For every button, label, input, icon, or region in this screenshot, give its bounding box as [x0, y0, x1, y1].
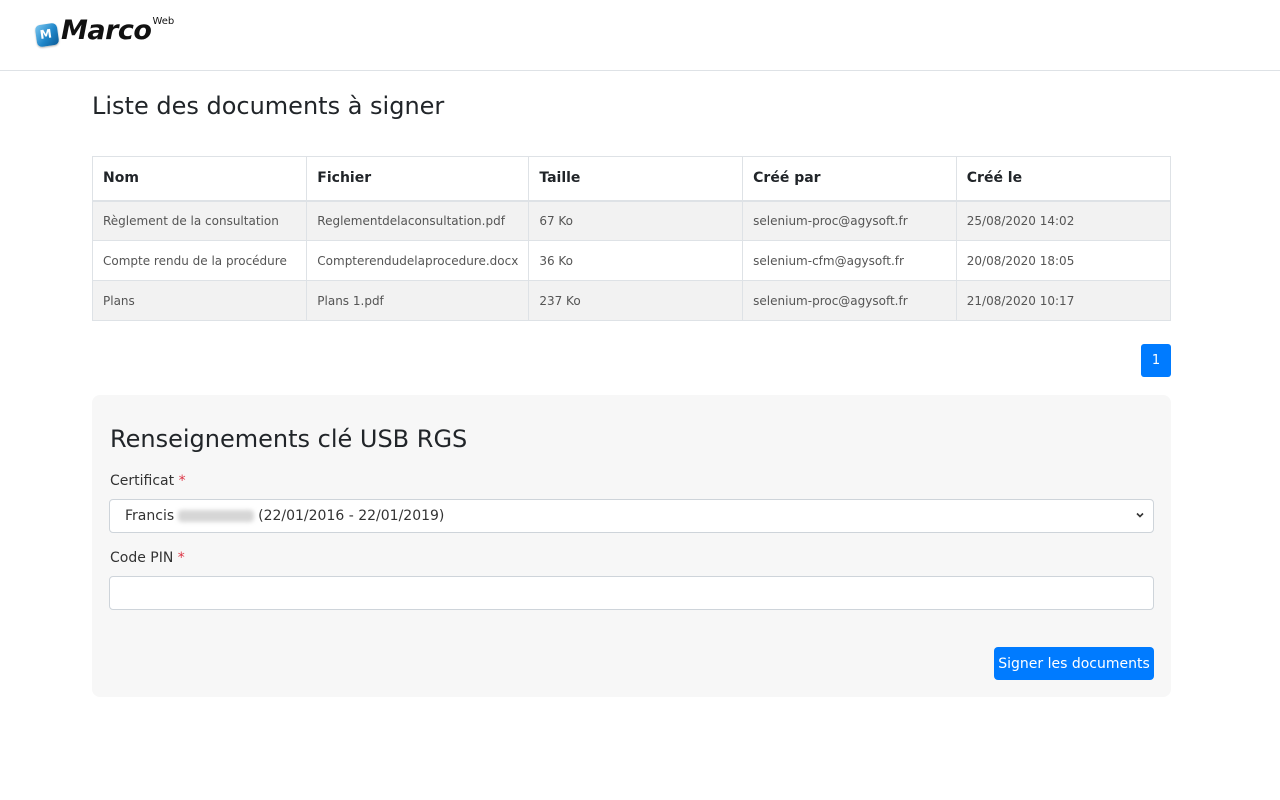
table-header-row: Nom Fichier Taille Créé par Créé le — [91, 156, 1172, 202]
cell-nom: Plans — [91, 280, 308, 321]
required-marker: * — [178, 473, 186, 489]
pagination-page-button[interactable]: 1 — [1141, 344, 1171, 377]
cell-cree-par: selenium-proc@agysoft.fr — [742, 200, 957, 241]
cell-nom: Règlement de la consultation — [91, 200, 308, 241]
certificat-label-text: Certificat — [110, 473, 175, 489]
certificat-first-name: Francis — [125, 508, 175, 524]
required-marker: * — [177, 550, 185, 566]
cell-cree-le: 20/08/2020 18:05 — [955, 240, 1172, 281]
table-row[interactable]: Compte rendu de la procédure Compterendu… — [91, 240, 1172, 281]
cell-cree-par: selenium-proc@agysoft.fr — [742, 280, 957, 321]
cell-taille: 36 Ko — [528, 240, 744, 281]
column-header-nom: Nom — [91, 156, 308, 202]
certificat-dates: (22/01/2016 - 22/01/2019) — [258, 508, 445, 524]
panel-title: Renseignements clé USB RGS — [110, 425, 468, 453]
logo-text: Marco — [61, 15, 152, 46]
column-header-cree-le: Créé le — [955, 156, 1172, 202]
pin-label-text: Code PIN — [110, 550, 174, 566]
pin-input[interactable] — [109, 576, 1154, 610]
sign-documents-button[interactable]: Signer les documents — [994, 647, 1154, 680]
cell-taille: 67 Ko — [528, 200, 744, 241]
documents-table: Nom Fichier Taille Créé par Créé le Règl… — [91, 156, 1172, 321]
table-row[interactable]: Plans Plans 1.pdf 237 Ko selenium-proc@a… — [91, 280, 1172, 321]
logo-superscript: Web — [152, 16, 175, 27]
column-header-taille: Taille — [528, 156, 744, 202]
page-title: Liste des documents à signer — [92, 92, 445, 120]
cell-cree-le: 21/08/2020 10:17 — [955, 280, 1172, 321]
cell-fichier: Reglementdelaconsultation.pdf — [306, 200, 530, 241]
marco-web-logo[interactable]: Marco Web — [34, 14, 175, 48]
column-header-fichier: Fichier — [306, 156, 530, 202]
cell-taille: 237 Ko — [528, 280, 744, 321]
redacted-name — [178, 510, 255, 522]
cell-cree-par: selenium-cfm@agysoft.fr — [742, 240, 957, 281]
certificat-select[interactable]: Francis (22/01/2016 - 22/01/2019) — [109, 499, 1154, 533]
cell-cree-le: 25/08/2020 14:02 — [955, 200, 1172, 241]
cell-nom: Compte rendu de la procédure — [91, 240, 308, 281]
cell-fichier: Plans 1.pdf — [306, 280, 530, 321]
column-header-cree-par: Créé par — [742, 156, 957, 202]
top-navbar: Marco Web — [0, 0, 1280, 71]
chevron-down-icon — [1136, 512, 1144, 518]
usb-rgs-panel: Renseignements clé USB RGS Certificat * … — [92, 395, 1171, 697]
marco-logo-icon — [34, 22, 60, 48]
certificat-label: Certificat * — [110, 473, 186, 489]
cell-fichier: Compterendudelaprocedure.docx — [306, 240, 530, 281]
table-row[interactable]: Règlement de la consultation Reglementde… — [91, 200, 1172, 241]
pin-label: Code PIN * — [110, 550, 185, 566]
